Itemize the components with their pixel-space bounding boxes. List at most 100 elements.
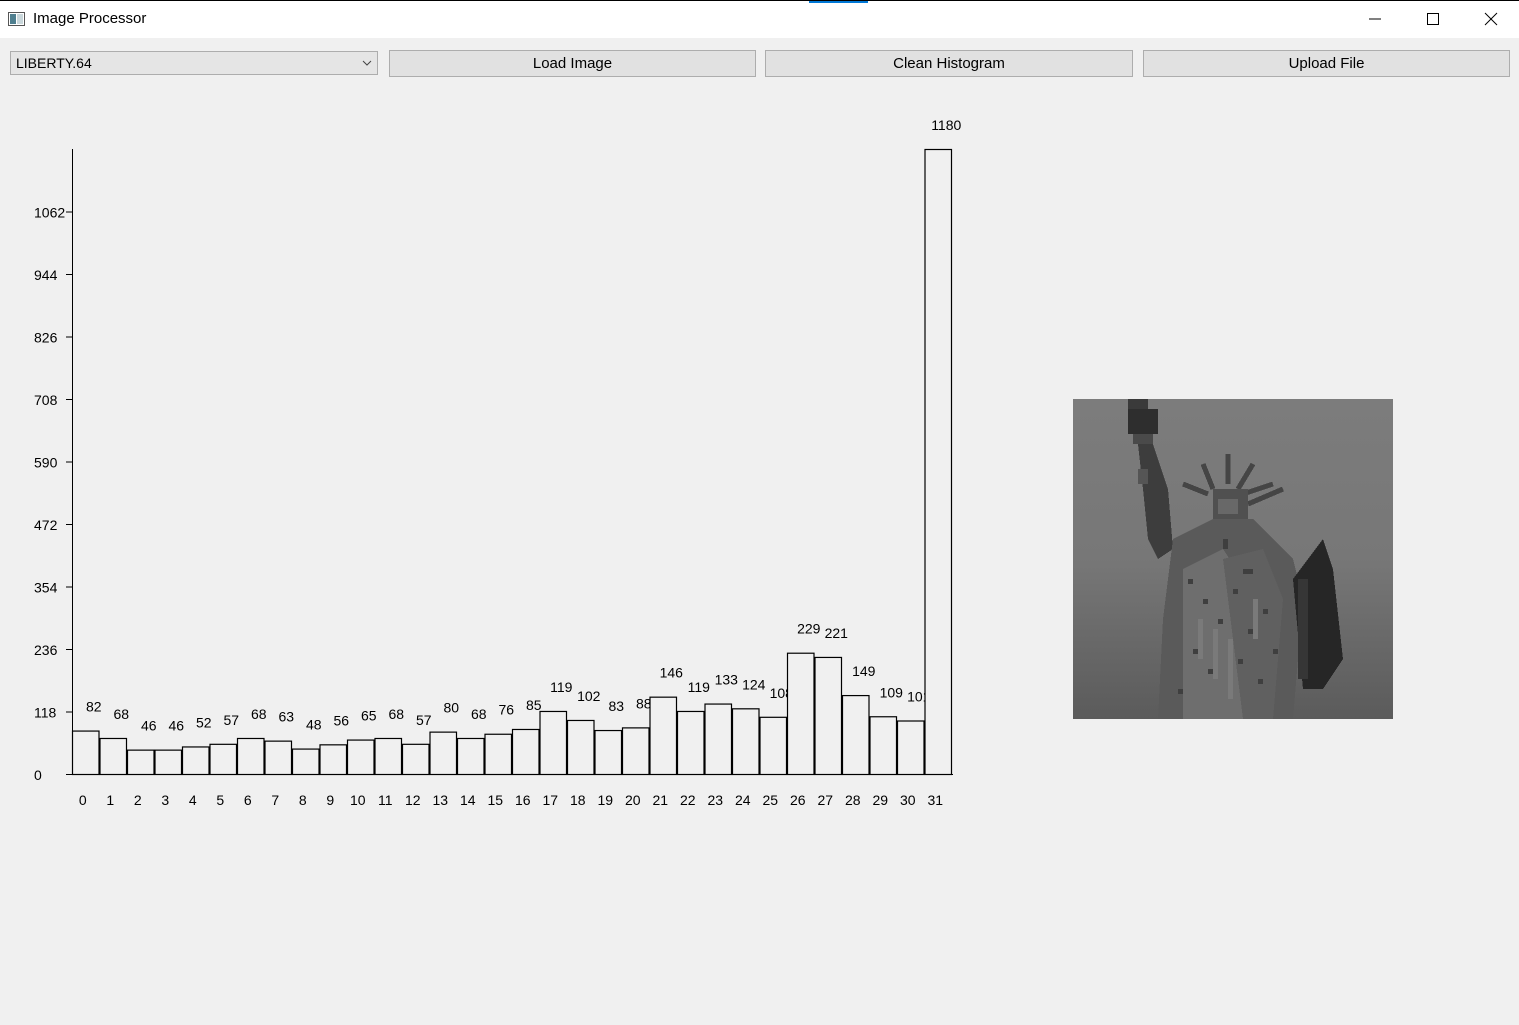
bar-value-label: 68 bbox=[113, 706, 129, 722]
bar-value-label: 48 bbox=[306, 717, 322, 733]
histogram-bar bbox=[594, 729, 623, 776]
x-tick-label: 6 bbox=[244, 792, 252, 808]
x-tick-label: 20 bbox=[625, 792, 641, 808]
x-tick-label: 9 bbox=[326, 792, 334, 808]
x-tick-label: 26 bbox=[790, 792, 806, 808]
histogram-bar bbox=[429, 731, 458, 776]
bar-value-label: 68 bbox=[388, 706, 404, 722]
title-bar: Image Processor bbox=[0, 0, 1519, 38]
bar-value-label: 149 bbox=[852, 663, 876, 679]
bar-value-label: 119 bbox=[688, 679, 711, 695]
x-tick-label: 24 bbox=[735, 792, 751, 808]
bar-value-label: 109 bbox=[880, 684, 904, 700]
bar-value-label: 57 bbox=[416, 712, 432, 728]
histogram-bar bbox=[264, 740, 293, 776]
upload-file-button[interactable]: Upload File bbox=[1143, 50, 1510, 77]
histogram-bar bbox=[511, 728, 540, 776]
app-window-icon bbox=[8, 12, 25, 26]
histogram-bar bbox=[374, 737, 403, 776]
bar-value-label: 119 bbox=[550, 679, 573, 695]
close-icon bbox=[1484, 12, 1498, 26]
histogram-bar bbox=[731, 708, 760, 776]
bar-value-label: 76 bbox=[498, 702, 514, 718]
histogram-chart: 0118236354472590708826944106282068146246… bbox=[34, 117, 962, 808]
x-tick-label: 23 bbox=[707, 792, 723, 808]
x-tick-label: 14 bbox=[460, 792, 476, 808]
histogram-bar bbox=[759, 716, 788, 776]
x-tick-label: 12 bbox=[405, 792, 421, 808]
histogram-bar bbox=[401, 743, 430, 776]
histogram-bar bbox=[291, 748, 320, 776]
statue-of-liberty-image bbox=[1073, 399, 1393, 719]
window-title: Image Processor bbox=[33, 10, 147, 27]
histogram-bar bbox=[841, 694, 870, 776]
histogram-bar bbox=[154, 749, 183, 776]
y-tick-label: 354 bbox=[34, 580, 58, 596]
histogram-bar bbox=[566, 719, 595, 776]
y-tick-label: 590 bbox=[34, 455, 58, 471]
histogram-bar bbox=[896, 720, 925, 776]
histogram-bar bbox=[814, 656, 843, 776]
x-tick-label: 30 bbox=[900, 792, 916, 808]
image-select-value: LIBERTY.64 bbox=[16, 55, 92, 71]
x-tick-label: 16 bbox=[515, 792, 531, 808]
histogram-bar bbox=[869, 716, 898, 776]
y-tick-label: 1062 bbox=[34, 205, 65, 221]
histogram-bar bbox=[99, 737, 128, 776]
x-tick-label: 4 bbox=[189, 792, 197, 808]
x-tick-label: 22 bbox=[680, 792, 696, 808]
x-tick-label: 0 bbox=[79, 792, 87, 808]
x-tick-label: 2 bbox=[134, 792, 142, 808]
histogram-bar bbox=[181, 746, 210, 776]
bar-value-label: 88 bbox=[636, 695, 652, 711]
bar-value-label: 133 bbox=[715, 672, 739, 688]
histogram-bar bbox=[346, 739, 375, 776]
minimize-button[interactable] bbox=[1346, 1, 1404, 38]
x-tick-label: 21 bbox=[652, 792, 668, 808]
histogram-bar bbox=[676, 710, 705, 776]
bar-value-label: 46 bbox=[168, 718, 184, 734]
x-tick-label: 17 bbox=[542, 792, 558, 808]
x-tick-label: 1 bbox=[106, 792, 114, 808]
bar-value-label: 68 bbox=[471, 706, 487, 722]
histogram-bar bbox=[704, 703, 733, 776]
title-accent bbox=[809, 1, 868, 3]
y-tick-label: 0 bbox=[34, 767, 42, 783]
bar-value-label: 146 bbox=[660, 665, 684, 681]
histogram-bar bbox=[456, 737, 485, 776]
x-tick-label: 28 bbox=[845, 792, 861, 808]
x-tick-label: 8 bbox=[299, 792, 307, 808]
bar-value-label: 65 bbox=[361, 708, 377, 724]
x-tick-label: 10 bbox=[350, 792, 366, 808]
bar-value-label: 124 bbox=[742, 676, 766, 692]
chevron-down-icon bbox=[362, 60, 372, 66]
histogram-bar bbox=[236, 737, 265, 776]
close-button[interactable] bbox=[1462, 1, 1519, 38]
bar-value-label: 83 bbox=[608, 698, 624, 714]
clean-histogram-button[interactable]: Clean Histogram bbox=[765, 50, 1133, 77]
x-tick-label: 11 bbox=[378, 792, 393, 808]
image-select[interactable]: LIBERTY.64 bbox=[10, 51, 378, 75]
histogram-bar bbox=[126, 749, 155, 776]
histogram-bar bbox=[539, 710, 568, 776]
histogram-bar bbox=[786, 652, 815, 776]
bar-value-label: 80 bbox=[443, 700, 459, 716]
histogram-bar bbox=[209, 743, 238, 776]
histogram-bar bbox=[319, 744, 348, 776]
y-tick-label: 826 bbox=[34, 330, 58, 346]
histogram-bar bbox=[621, 727, 650, 776]
maximize-button[interactable] bbox=[1404, 1, 1462, 38]
bar-value-label: 63 bbox=[278, 709, 294, 725]
y-tick-label: 472 bbox=[34, 517, 58, 533]
y-tick-label: 708 bbox=[34, 392, 58, 408]
bar-value-label: 221 bbox=[825, 625, 849, 641]
load-image-button[interactable]: Load Image bbox=[389, 50, 756, 77]
histogram-bar bbox=[649, 696, 678, 776]
bar-value-label: 229 bbox=[797, 621, 821, 637]
y-tick-label: 118 bbox=[34, 705, 57, 721]
x-tick-label: 15 bbox=[487, 792, 503, 808]
y-tick-label: 236 bbox=[34, 642, 58, 658]
x-tick-label: 25 bbox=[762, 792, 778, 808]
x-tick-label: 18 bbox=[570, 792, 586, 808]
x-tick-label: 13 bbox=[432, 792, 448, 808]
